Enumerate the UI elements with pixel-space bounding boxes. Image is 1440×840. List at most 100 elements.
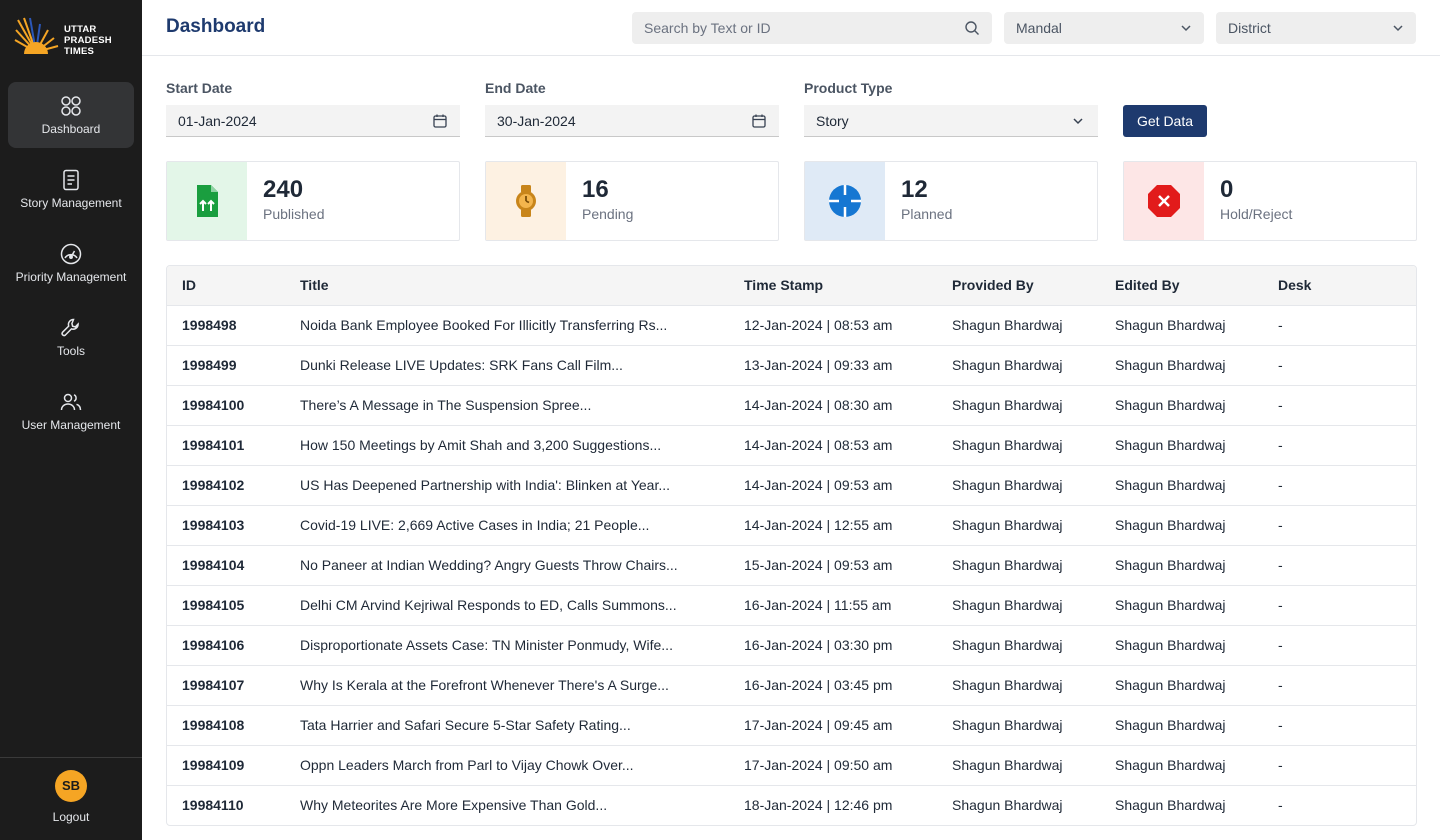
stat-label: Published bbox=[263, 206, 325, 222]
cell-title[interactable]: Delhi CM Arvind Kejriwal Responds to ED,… bbox=[285, 585, 729, 625]
cell-desk: - bbox=[1278, 797, 1283, 813]
cell-title[interactable]: Tata Harrier and Safari Secure 5-Star Sa… bbox=[285, 705, 729, 745]
stat-card-planned[interactable]: 12 Planned bbox=[804, 161, 1098, 241]
avatar[interactable]: SB bbox=[55, 770, 87, 802]
cell-id: 19984106 bbox=[182, 637, 245, 653]
document-icon bbox=[63, 169, 79, 191]
cell-id: 19984104 bbox=[182, 557, 245, 573]
table-row[interactable]: 19984104 No Paneer at Indian Wedding? Ang… bbox=[167, 545, 1416, 585]
table-row[interactable]: 19984100 There’s A Message in The Suspens… bbox=[167, 385, 1416, 425]
table-row[interactable]: 19984106 Disproportionate Assets Case: TN… bbox=[167, 625, 1416, 665]
cell-title[interactable]: Dunki Release LIVE Updates: SRK Fans Cal… bbox=[285, 345, 729, 385]
column-header-edited-by[interactable]: Edited By bbox=[1100, 266, 1263, 306]
table-row[interactable]: 19984102 US Has Deepened Partnership with… bbox=[167, 465, 1416, 505]
stat-icon-box bbox=[805, 162, 885, 240]
sidebar-item-label: Dashboard bbox=[41, 122, 101, 136]
cell-edited-by: Shagun Bhardwaj bbox=[1115, 397, 1226, 413]
cell-title[interactable]: US Has Deepened Partnership with India':… bbox=[285, 465, 729, 505]
district-select[interactable]: District bbox=[1216, 12, 1416, 44]
get-data-button[interactable]: Get Data bbox=[1123, 105, 1207, 137]
cell-time-stamp: 12-Jan-2024 | 08:53 am bbox=[744, 317, 893, 333]
column-header-title[interactable]: Title bbox=[285, 266, 729, 306]
header: Dashboard Mandal District bbox=[142, 0, 1440, 56]
cell-id: 19984102 bbox=[182, 477, 245, 493]
table-row[interactable]: 19984107 Why Is Kerala at the Forefront W… bbox=[167, 665, 1416, 705]
logo[interactable]: UTTAR PRADESH TIMES bbox=[14, 14, 134, 60]
table-row[interactable]: 1998498 Noida Bank Employee Booked For Il… bbox=[167, 305, 1416, 345]
product-type-select[interactable]: Story bbox=[804, 105, 1098, 137]
cell-time-stamp: 17-Jan-2024 | 09:45 am bbox=[744, 717, 893, 733]
users-icon bbox=[60, 393, 82, 411]
file-upload-icon bbox=[197, 185, 218, 217]
calendar-icon[interactable] bbox=[432, 113, 448, 129]
stat-value: 240 bbox=[263, 176, 304, 203]
sidebar-item-story-management[interactable]: Story Management bbox=[8, 156, 134, 222]
stat-card-published[interactable]: 240 Published bbox=[166, 161, 460, 241]
end-date-label: End Date bbox=[485, 80, 546, 96]
stories-table: ID Title Time Stamp Provided By Edited B… bbox=[166, 265, 1417, 826]
cell-id: 19984100 bbox=[182, 397, 245, 413]
cell-time-stamp: 14-Jan-2024 | 12:55 am bbox=[744, 517, 893, 533]
cell-desk: - bbox=[1278, 717, 1283, 733]
table-row[interactable]: 19984108 Tata Harrier and Safari Secure 5… bbox=[167, 705, 1416, 745]
product-type-label: Product Type bbox=[804, 80, 893, 96]
sidebar-item-user-management[interactable]: User Management bbox=[8, 378, 134, 444]
logout-button[interactable]: Logout bbox=[0, 810, 142, 824]
cell-time-stamp: 14-Jan-2024 | 09:53 am bbox=[744, 477, 893, 493]
calendar-icon[interactable] bbox=[751, 113, 767, 129]
column-header-desk[interactable]: Desk bbox=[1263, 266, 1416, 306]
column-header-provided-by[interactable]: Provided By bbox=[937, 266, 1100, 306]
sidebar-item-priority-management[interactable]: Priority Management bbox=[8, 230, 134, 296]
cell-title[interactable]: Why Is Kerala at the Forefront Whenever … bbox=[285, 665, 729, 705]
search-input[interactable] bbox=[644, 12, 954, 44]
stat-card-pending[interactable]: 16 Pending bbox=[485, 161, 779, 241]
cell-title[interactable]: How 150 Meetings by Amit Shah and 3,200 … bbox=[285, 425, 729, 465]
stop-icon bbox=[1148, 185, 1180, 217]
start-date-label: Start Date bbox=[166, 80, 233, 96]
cell-title[interactable]: Why Meteorites Are More Expensive Than G… bbox=[285, 785, 729, 825]
cell-desk: - bbox=[1278, 757, 1283, 773]
cell-title[interactable]: Disproportionate Assets Case: TN Ministe… bbox=[285, 625, 729, 665]
cell-provided-by: Shagun Bhardwaj bbox=[952, 757, 1063, 773]
table-row[interactable]: 19984110 Why Meteorites Are More Expensiv… bbox=[167, 785, 1416, 825]
column-header-time-stamp[interactable]: Time Stamp bbox=[729, 266, 937, 306]
start-date-field[interactable]: 01-Jan-2024 bbox=[166, 105, 460, 137]
stat-icon-box bbox=[486, 162, 566, 240]
cell-provided-by: Shagun Bhardwaj bbox=[952, 317, 1063, 333]
cell-edited-by: Shagun Bhardwaj bbox=[1115, 597, 1226, 613]
search-icon[interactable] bbox=[964, 20, 980, 36]
sidebar-divider bbox=[0, 757, 142, 758]
sidebar-item-dashboard[interactable]: Dashboard bbox=[8, 82, 134, 148]
table-row[interactable]: 19984109 Oppn Leaders March from Parl to … bbox=[167, 745, 1416, 785]
cell-provided-by: Shagun Bhardwaj bbox=[952, 677, 1063, 693]
table-row[interactable]: 1998499 Dunki Release LIVE Updates: SRK F… bbox=[167, 345, 1416, 385]
end-date-field[interactable]: 30-Jan-2024 bbox=[485, 105, 779, 137]
cell-title[interactable]: There’s A Message in The Suspension Spre… bbox=[285, 385, 729, 425]
sidebar-item-label: User Management bbox=[21, 418, 121, 432]
cell-edited-by: Shagun Bhardwaj bbox=[1115, 517, 1226, 533]
cell-edited-by: Shagun Bhardwaj bbox=[1115, 717, 1226, 733]
cell-title[interactable]: No Paneer at Indian Wedding? Angry Guest… bbox=[285, 545, 729, 585]
column-header-id[interactable]: ID bbox=[167, 266, 285, 306]
sidebar: UTTAR PRADESH TIMES Dashboard Story Mana… bbox=[0, 0, 142, 840]
mandal-select[interactable]: Mandal bbox=[1004, 12, 1204, 44]
cell-title[interactable]: Covid-19 LIVE: 2,669 Active Cases in Ind… bbox=[285, 505, 729, 545]
cell-time-stamp: 17-Jan-2024 | 09:50 am bbox=[744, 757, 893, 773]
table-row[interactable]: 19984103 Covid-19 LIVE: 2,669 Active Case… bbox=[167, 505, 1416, 545]
cell-provided-by: Shagun Bhardwaj bbox=[952, 597, 1063, 613]
cell-title[interactable]: Oppn Leaders March from Parl to Vijay Ch… bbox=[285, 745, 729, 785]
stat-card-hold-reject[interactable]: 0 Hold/Reject bbox=[1123, 161, 1417, 241]
cell-desk: - bbox=[1278, 557, 1283, 573]
wrench-icon bbox=[61, 318, 79, 337]
cell-time-stamp: 15-Jan-2024 | 09:53 am bbox=[744, 557, 893, 573]
table-row[interactable]: 19984105 Delhi CM Arvind Kejriwal Respond… bbox=[167, 585, 1416, 625]
cell-desk: - bbox=[1278, 597, 1283, 613]
cell-title[interactable]: Noida Bank Employee Booked For Illicitly… bbox=[285, 305, 729, 345]
table-row[interactable]: 19984101 How 150 Meetings by Amit Shah an… bbox=[167, 425, 1416, 465]
cell-desk: - bbox=[1278, 397, 1283, 413]
cell-time-stamp: 16-Jan-2024 | 11:55 am bbox=[744, 597, 892, 613]
cell-time-stamp: 14-Jan-2024 | 08:30 am bbox=[744, 397, 893, 413]
chevron-down-icon bbox=[1073, 118, 1083, 125]
sidebar-item-tools[interactable]: Tools bbox=[8, 304, 134, 370]
start-date-value: 01-Jan-2024 bbox=[178, 113, 257, 129]
